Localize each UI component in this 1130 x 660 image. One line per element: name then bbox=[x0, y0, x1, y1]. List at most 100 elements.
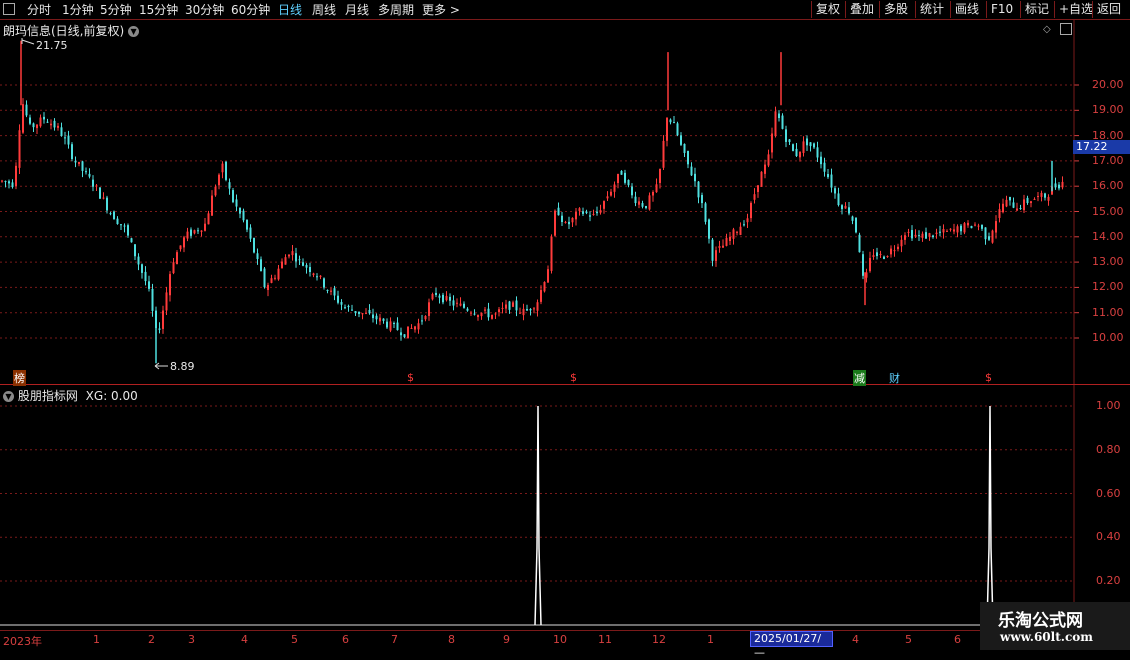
chevron-down-icon[interactable]: ▼ bbox=[3, 391, 14, 402]
candle-body bbox=[1044, 193, 1046, 198]
bang-marker[interactable]: 榜 bbox=[13, 370, 26, 386]
candle-body bbox=[988, 236, 990, 240]
candle-body bbox=[956, 226, 959, 233]
candle-body bbox=[676, 123, 679, 136]
candle-body bbox=[925, 232, 927, 239]
candle-body bbox=[211, 195, 213, 216]
time-label: 6 bbox=[342, 633, 349, 646]
candle-body bbox=[893, 250, 896, 252]
candle-body bbox=[81, 161, 84, 171]
s-marker-2[interactable]: $ bbox=[570, 371, 577, 384]
candle-body bbox=[183, 237, 185, 248]
candle-body bbox=[92, 179, 94, 187]
price-tick-label: 12.00 bbox=[1092, 280, 1124, 294]
candle-body bbox=[424, 315, 427, 320]
candle-body bbox=[389, 321, 392, 331]
candle-body bbox=[396, 322, 399, 331]
time-axis: 2023年 1 2 3 4 5 6 7 8 9 10 11 12 1 4 5 6 bbox=[0, 630, 1074, 651]
candle-body bbox=[578, 208, 581, 211]
candle-body bbox=[879, 253, 882, 255]
candle-body bbox=[372, 314, 374, 319]
candle-body bbox=[613, 184, 616, 192]
candle-body bbox=[813, 143, 815, 148]
candle-body bbox=[491, 314, 493, 319]
candle-body bbox=[386, 321, 388, 328]
candle-body bbox=[764, 164, 766, 174]
candle-body bbox=[795, 148, 798, 157]
candle-body bbox=[536, 302, 539, 311]
candle-body bbox=[109, 213, 112, 215]
candle-body bbox=[963, 223, 966, 233]
candle-body bbox=[214, 186, 217, 196]
time-label: 4 bbox=[241, 633, 248, 646]
candle-body bbox=[1019, 208, 1022, 210]
low-arrow-icon bbox=[154, 362, 168, 370]
s-marker-1[interactable]: $ bbox=[407, 371, 414, 384]
candle-body bbox=[134, 244, 136, 257]
price-tick-label: 13.00 bbox=[1092, 255, 1124, 269]
candle-body bbox=[655, 184, 658, 193]
candle-body bbox=[8, 181, 10, 184]
candle-body bbox=[57, 125, 59, 128]
candle-body bbox=[22, 104, 24, 133]
candle-body bbox=[841, 205, 843, 210]
candle-body bbox=[977, 225, 980, 227]
candle-body bbox=[456, 302, 458, 304]
candle-body bbox=[270, 278, 273, 283]
watermark-logo: 乐淘公式网 www.60lt.com bbox=[980, 602, 1130, 650]
candle-body bbox=[127, 225, 129, 236]
candle-body bbox=[333, 288, 336, 296]
candle-body bbox=[918, 235, 920, 237]
candle-body bbox=[942, 228, 945, 233]
chevron-down-icon[interactable]: ▼ bbox=[128, 26, 140, 37]
candle-body bbox=[470, 312, 472, 314]
candle-body bbox=[953, 229, 955, 232]
candle-body bbox=[743, 224, 745, 226]
main-panel-title: 朗玛信息(日线,前复权) ▼ bbox=[3, 22, 140, 39]
candle-body bbox=[666, 117, 668, 141]
candle-body bbox=[354, 311, 357, 314]
s-marker-3[interactable]: $ bbox=[985, 371, 992, 384]
candle-body bbox=[683, 143, 686, 153]
stock-title: 朗玛信息(日线,前复权) bbox=[3, 24, 125, 38]
candle-body bbox=[494, 313, 497, 315]
time-label: 12 bbox=[652, 633, 666, 646]
candle-body bbox=[365, 312, 367, 314]
candle-body bbox=[284, 257, 287, 265]
panel-toggle-icon[interactable] bbox=[1060, 23, 1072, 35]
candle-body bbox=[193, 230, 196, 234]
candle-body bbox=[36, 124, 38, 129]
candle-body bbox=[739, 226, 742, 235]
candle-body bbox=[1054, 183, 1057, 188]
candle-body bbox=[344, 307, 346, 309]
candle-body bbox=[452, 300, 455, 306]
diamond-icon[interactable]: ◇ bbox=[1043, 24, 1051, 35]
candle-body bbox=[473, 313, 476, 315]
candle-body bbox=[487, 308, 490, 318]
candle-body bbox=[148, 281, 150, 289]
candle-body bbox=[309, 267, 311, 273]
candle-body bbox=[750, 202, 752, 219]
candle-body bbox=[599, 210, 602, 213]
candle-body bbox=[120, 224, 122, 226]
candle-body bbox=[130, 238, 133, 243]
candle-body bbox=[463, 303, 465, 308]
candle-body bbox=[890, 248, 892, 255]
candle-body bbox=[869, 257, 871, 272]
kline-chart[interactable] bbox=[0, 0, 1130, 650]
candle-body bbox=[690, 166, 693, 176]
candle-body bbox=[533, 308, 535, 310]
candle-body bbox=[550, 236, 553, 271]
cai-marker[interactable]: 财 bbox=[889, 370, 900, 386]
candle-body bbox=[904, 235, 906, 240]
time-label: 5 bbox=[905, 633, 912, 646]
candle-body bbox=[179, 245, 182, 250]
candle-body bbox=[505, 304, 507, 309]
jian-marker[interactable]: 减 bbox=[853, 370, 866, 386]
candle-body bbox=[844, 205, 847, 209]
candle-body bbox=[358, 311, 360, 314]
candle-body bbox=[95, 185, 98, 187]
candle-body bbox=[169, 274, 171, 296]
candle-body bbox=[967, 222, 969, 226]
candle-body bbox=[106, 197, 108, 211]
